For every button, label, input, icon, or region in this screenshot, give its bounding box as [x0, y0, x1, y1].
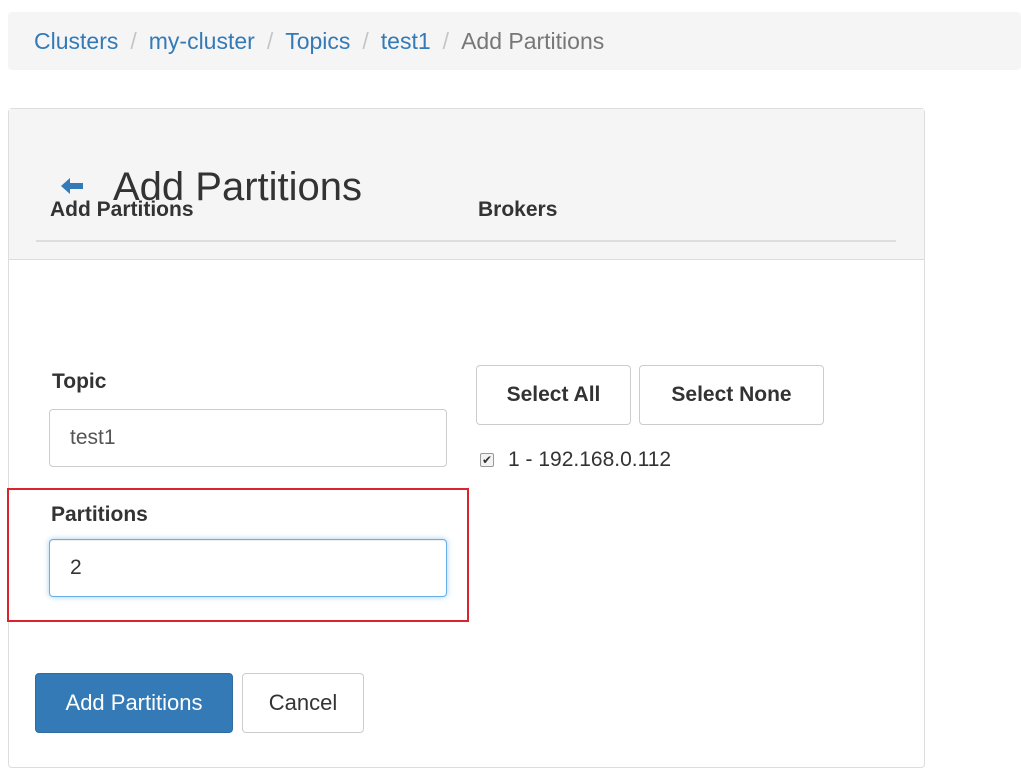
breadcrumb-topics[interactable]: Topics — [285, 28, 350, 55]
breadcrumb-clusters[interactable]: Clusters — [34, 28, 118, 55]
section-divider — [36, 240, 896, 242]
breadcrumb-separator: / — [266, 27, 274, 54]
topic-input[interactable] — [49, 409, 447, 467]
breadcrumb-separator: / — [130, 27, 137, 54]
checkmark-icon: ✔ — [481, 453, 493, 467]
breadcrumb-add-partitions: Add Partitions — [461, 27, 605, 54]
broker-label: 1 - 192.168.0.112 — [508, 448, 672, 471]
arrow-left-icon[interactable] — [59, 175, 85, 197]
section-heading-add-partitions: Add Partitions — [50, 198, 194, 221]
breadcrumb-separator: / — [442, 27, 450, 54]
broker-checkbox[interactable]: ✔ — [480, 453, 494, 467]
broker-list-item[interactable]: ✔ 1 - 192.168.0.112 — [480, 448, 671, 472]
partitions-label: Partitions — [51, 503, 148, 526]
cancel-button[interactable]: Cancel — [242, 673, 364, 733]
panel-heading: Add Partitions — [9, 109, 924, 260]
breadcrumb-test1[interactable]: test1 — [381, 28, 431, 55]
select-all-button[interactable]: Select All — [476, 365, 631, 425]
breadcrumb-separator: / — [362, 27, 369, 54]
partitions-input[interactable] — [49, 539, 447, 597]
breadcrumb-my-cluster[interactable]: my-cluster — [149, 28, 255, 55]
section-heading-brokers: Brokers — [478, 198, 558, 221]
select-none-button[interactable]: Select None — [639, 365, 824, 425]
breadcrumb: Clusters / my-cluster / Topics / test1 /… — [8, 12, 1021, 70]
topic-label: Topic — [52, 370, 107, 393]
add-partitions-button[interactable]: Add Partitions — [35, 673, 233, 733]
